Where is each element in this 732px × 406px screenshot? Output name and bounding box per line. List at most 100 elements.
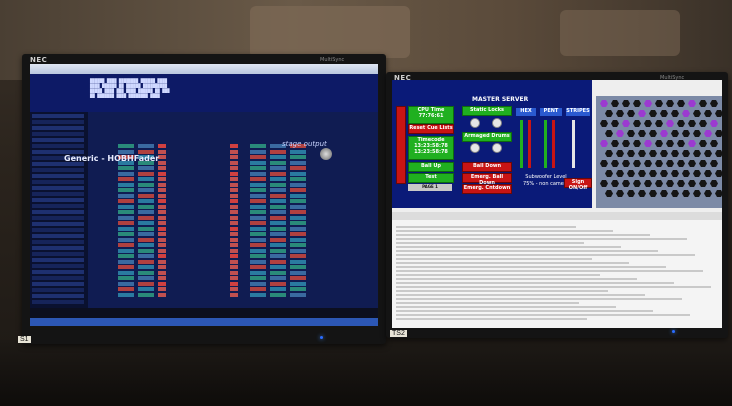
hex-cell bbox=[660, 190, 668, 197]
hex-cell bbox=[660, 150, 668, 157]
stripes-fader[interactable] bbox=[572, 120, 575, 168]
fader-cell bbox=[290, 177, 306, 181]
fader-cell bbox=[250, 171, 266, 176]
fader-cell bbox=[158, 193, 166, 198]
hex-cell bbox=[710, 100, 718, 107]
log-row bbox=[396, 250, 658, 252]
fader-cell bbox=[118, 276, 134, 280]
hex-cell bbox=[644, 100, 652, 107]
sidebar-row bbox=[32, 192, 84, 196]
page-button[interactable]: PAGE 1 bbox=[408, 184, 452, 191]
fader-cell bbox=[138, 210, 154, 214]
hex-cell bbox=[655, 180, 663, 187]
fader-cell bbox=[118, 281, 134, 286]
fader-cell bbox=[230, 259, 238, 264]
left-status-strip bbox=[30, 308, 378, 318]
reset-cue-lists-button[interactable]: Reset Cue Lists bbox=[408, 124, 454, 134]
sign-on-off-button[interactable]: Sign ON/Off bbox=[564, 178, 592, 191]
fader-cell bbox=[138, 215, 154, 220]
hex-cell bbox=[693, 130, 701, 137]
fader-cell bbox=[118, 292, 134, 297]
hex-cell bbox=[699, 140, 707, 147]
log-row bbox=[396, 246, 621, 248]
pent-fader-2[interactable] bbox=[552, 120, 555, 168]
hex-cell bbox=[649, 170, 657, 177]
fader-cell bbox=[250, 166, 266, 170]
sidebar-row bbox=[32, 258, 84, 262]
hex-cell bbox=[638, 110, 646, 117]
emergency-countdown-button[interactable]: Emerg. Cntdown bbox=[462, 184, 512, 194]
static-locks-button[interactable]: Static Locks bbox=[462, 106, 512, 116]
fader-cell bbox=[230, 254, 238, 258]
fader-cell bbox=[118, 144, 134, 148]
ball-up-button[interactable]: Ball Up bbox=[408, 162, 454, 172]
fader-cell bbox=[290, 248, 306, 253]
pent-fader-1[interactable] bbox=[544, 120, 547, 168]
hex-cell bbox=[666, 120, 674, 127]
fader-cell bbox=[230, 204, 238, 209]
fader-cell bbox=[138, 237, 154, 242]
fader-cell bbox=[158, 166, 166, 170]
fader-cell bbox=[270, 188, 286, 192]
hex-cell bbox=[622, 120, 630, 127]
fader-cell bbox=[230, 171, 238, 176]
hex-cell bbox=[600, 120, 608, 127]
fader-cell bbox=[230, 248, 238, 253]
right-power-led bbox=[672, 330, 675, 333]
fader-cell bbox=[230, 160, 238, 165]
fader-cell bbox=[250, 210, 266, 214]
fader-cell bbox=[158, 265, 166, 269]
log-row bbox=[396, 298, 682, 300]
fader-cell bbox=[290, 292, 306, 297]
hex-fader-2[interactable] bbox=[528, 120, 531, 168]
fader-cell bbox=[138, 204, 154, 209]
fader-cell bbox=[138, 171, 154, 176]
hex-cell bbox=[699, 100, 707, 107]
cpu-time-value: 77:76:61 bbox=[418, 113, 444, 119]
test-button[interactable]: Test bbox=[408, 173, 454, 183]
fader-cell bbox=[230, 215, 238, 220]
armaged-drums-button[interactable]: Armaged Drums bbox=[462, 132, 512, 142]
fader-cell bbox=[250, 259, 266, 264]
hex-cell bbox=[633, 140, 641, 147]
fader-cell bbox=[250, 144, 266, 148]
hex-cell bbox=[600, 100, 608, 107]
fader-cell bbox=[270, 265, 286, 269]
log-row bbox=[396, 262, 629, 264]
fader-cell bbox=[230, 243, 238, 247]
hex-cell bbox=[616, 190, 624, 197]
log-row bbox=[396, 238, 687, 240]
fader-cell bbox=[158, 287, 166, 291]
fader-cell bbox=[290, 232, 306, 236]
fader-cell bbox=[290, 265, 306, 269]
fader-cell bbox=[118, 232, 134, 236]
sidebar-row bbox=[32, 270, 84, 274]
hex-cell bbox=[633, 100, 641, 107]
hex-cell bbox=[605, 110, 613, 117]
hex-pattern-panel bbox=[596, 96, 722, 208]
left-monitor-model: MultiSync bbox=[320, 57, 345, 63]
fader-cell bbox=[158, 149, 166, 154]
fader-cell bbox=[158, 182, 166, 187]
fader-cell bbox=[270, 199, 286, 203]
sidebar-row bbox=[32, 138, 84, 142]
hex-cell bbox=[693, 170, 701, 177]
log-row bbox=[396, 258, 592, 260]
left-info-panel bbox=[30, 74, 378, 112]
hex-fader-1[interactable] bbox=[520, 120, 523, 168]
sidebar-row bbox=[32, 144, 84, 148]
log-row bbox=[396, 282, 674, 284]
fader-cell bbox=[270, 177, 286, 181]
fader-cell bbox=[270, 248, 286, 253]
hex-cell bbox=[644, 140, 652, 147]
fader-cell bbox=[138, 226, 154, 231]
fader-cell bbox=[118, 149, 134, 154]
fader-cell bbox=[138, 287, 154, 291]
hex-cell bbox=[715, 130, 722, 137]
ball-down-button[interactable]: Ball Down bbox=[462, 162, 512, 172]
hex-cell bbox=[693, 110, 701, 117]
hex-cell bbox=[611, 180, 619, 187]
fader-cell bbox=[270, 155, 286, 159]
emergency-ball-down-button[interactable]: Emerg. Ball Down bbox=[462, 173, 512, 186]
fader-cell bbox=[230, 188, 238, 192]
